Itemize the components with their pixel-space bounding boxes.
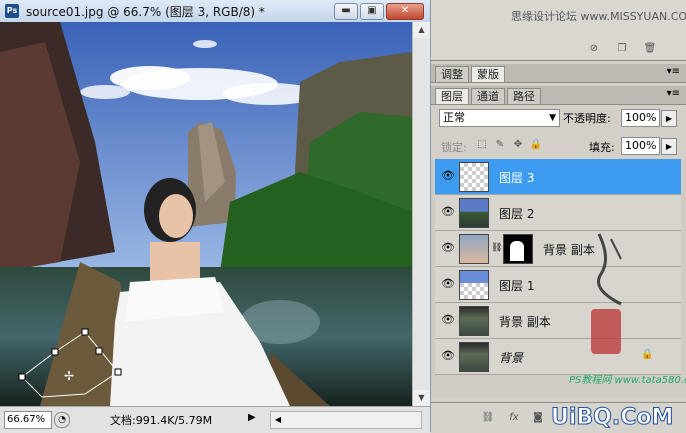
layer-row[interactable]: 👁 图层 3 [435, 159, 681, 195]
layer-name: 背景 副本 [543, 243, 595, 257]
layer-row[interactable]: 👁 背景 副本 [435, 303, 681, 339]
blend-mode-select[interactable]: 正常 ▼ [439, 109, 560, 127]
canvas-photo: ✢ [0, 22, 412, 406]
tab-adjustments[interactable]: 调整 [435, 66, 469, 82]
scroll-left-arrow-icon[interactable]: ◀ [271, 412, 285, 428]
layer-name: 图层 2 [499, 207, 535, 221]
fill-arrow-icon[interactable]: ▶ [661, 138, 677, 155]
lock-all-icon[interactable]: 🔒 [529, 138, 543, 152]
svg-text:✢: ✢ [64, 369, 74, 383]
layers-tabs: 图层 通道 路径 ▾≡ [431, 86, 686, 105]
tab-paths[interactable]: 路径 [507, 88, 541, 104]
vertical-scrollbar[interactable]: ▲ ▼ [412, 22, 430, 406]
link-layers-icon[interactable]: ⛓ [481, 411, 495, 425]
layer-name: 背景 [499, 351, 524, 365]
calligraphy-decoration [591, 229, 631, 309]
visibility-eye-icon[interactable]: 👁 [441, 206, 455, 218]
visibility-eye-icon[interactable]: 👁 [441, 350, 455, 362]
horizontal-scrollbar[interactable]: ◀ [270, 411, 422, 429]
layer-thumbnail [459, 306, 489, 336]
layer-thumbnail [459, 162, 489, 192]
layer-thumbnail [459, 270, 489, 300]
layer-thumbnail [459, 234, 489, 264]
layer-lock-icon: 🔒 [641, 349, 654, 360]
zoom-field[interactable]: 66.67% [4, 411, 52, 429]
adjust-tabs: 调整 蒙版 ▾≡ [431, 64, 686, 83]
layer-row[interactable]: 👁 ⛓ 背景 副本 [435, 231, 681, 267]
watermark-top: 思缘设计论坛 www.MISSYUAN.COM [511, 10, 686, 23]
image-canvas[interactable]: ✢ [0, 22, 412, 406]
status-bar: 66.67% ◔ 文档:991.4K/5.79M ▶ ◀ [0, 406, 430, 433]
watermark-logo: UiBQ.CoM [550, 405, 674, 431]
status-arrow-icon[interactable]: ▶ [248, 412, 256, 423]
new-icon[interactable]: ❐ [615, 42, 629, 56]
visibility-eye-icon[interactable]: 👁 [441, 170, 455, 182]
restore-button[interactable]: ▣ [360, 3, 384, 20]
tab-masks[interactable]: 蒙版 [471, 66, 505, 82]
close-button[interactable]: ✕ [386, 3, 424, 20]
chevron-down-icon: ▼ [549, 113, 556, 123]
lock-label: 锁定: [441, 141, 467, 154]
photoshop-logo-icon: Ps [5, 4, 19, 18]
panel-dock: 思缘设计论坛 www.MISSYUAN.COM ⊘ ❐ 🗑 调整 蒙版 ▾≡ 图… [431, 0, 686, 433]
fx-icon[interactable]: fx [507, 411, 521, 425]
status-info-icon[interactable]: ◔ [54, 412, 70, 428]
tab-channels[interactable]: 通道 [471, 88, 505, 104]
clear-icon[interactable]: ⊘ [587, 42, 601, 56]
layer-thumbnail [459, 342, 489, 372]
document-window: Ps source01.jpg @ 66.7% (图层 3, RGB/8) * … [0, 0, 431, 433]
layer-name: 图层 3 [499, 171, 535, 185]
lock-transparency-icon[interactable]: ⬚ [475, 138, 489, 152]
red-seal-stamp [591, 309, 621, 354]
top-panel: 思缘设计论坛 www.MISSYUAN.COM ⊘ ❐ 🗑 [431, 0, 686, 61]
layer-row[interactable]: 👁 图层 2 [435, 195, 681, 231]
visibility-eye-icon[interactable]: 👁 [441, 242, 455, 254]
fill-field[interactable]: 100% [621, 137, 660, 155]
layer-thumbnail [459, 198, 489, 228]
layer-row[interactable]: 👁 图层 1 [435, 267, 681, 303]
layer-mask-thumbnail[interactable] [503, 234, 533, 264]
layers-bottom-toolbar: ⛓ fx ◙ UiBQ.CoM [431, 402, 686, 433]
panel-menu-icon[interactable]: ▾≡ [667, 66, 680, 77]
add-mask-icon[interactable]: ◙ [531, 411, 545, 425]
scroll-up-arrow-icon[interactable]: ▲ [413, 22, 430, 38]
fill-label: 填充: [589, 141, 615, 154]
visibility-eye-icon[interactable]: 👁 [441, 314, 455, 326]
watermark-bottom: PS教程网 www.tata580.com [569, 375, 686, 386]
opacity-label: 不透明度: [563, 112, 611, 125]
document-title: source01.jpg @ 66.7% (图层 3, RGB/8) * [26, 5, 265, 19]
tab-layers[interactable]: 图层 [435, 88, 469, 104]
document-info: 文档:991.4K/5.79M [110, 414, 213, 427]
layers-menu-icon[interactable]: ▾≡ [667, 88, 680, 99]
blend-mode-value: 正常 [443, 111, 465, 124]
layer-name: 图层 1 [499, 279, 535, 293]
document-titlebar[interactable]: Ps source01.jpg @ 66.7% (图层 3, RGB/8) * … [0, 0, 430, 23]
layer-name: 背景 副本 [499, 315, 551, 329]
minimize-button[interactable]: ▬ [334, 3, 358, 20]
trash-icon[interactable]: 🗑 [643, 42, 657, 56]
opacity-arrow-icon[interactable]: ▶ [661, 110, 677, 127]
layers-list: 👁 图层 3 👁 图层 2 👁 ⛓ 背景 副本 👁 图层 1 👁 背景 副本 👁… [431, 159, 686, 397]
lock-brush-icon[interactable]: ✎ [493, 138, 507, 152]
opacity-field[interactable]: 100% [621, 109, 660, 127]
visibility-eye-icon[interactable]: 👁 [441, 278, 455, 290]
link-chain-icon: ⛓ [491, 243, 503, 253]
layer-row[interactable]: 👁 背景 🔒 [435, 339, 681, 375]
lock-move-icon[interactable]: ✥ [511, 138, 525, 152]
scroll-down-arrow-icon[interactable]: ▼ [413, 390, 430, 406]
